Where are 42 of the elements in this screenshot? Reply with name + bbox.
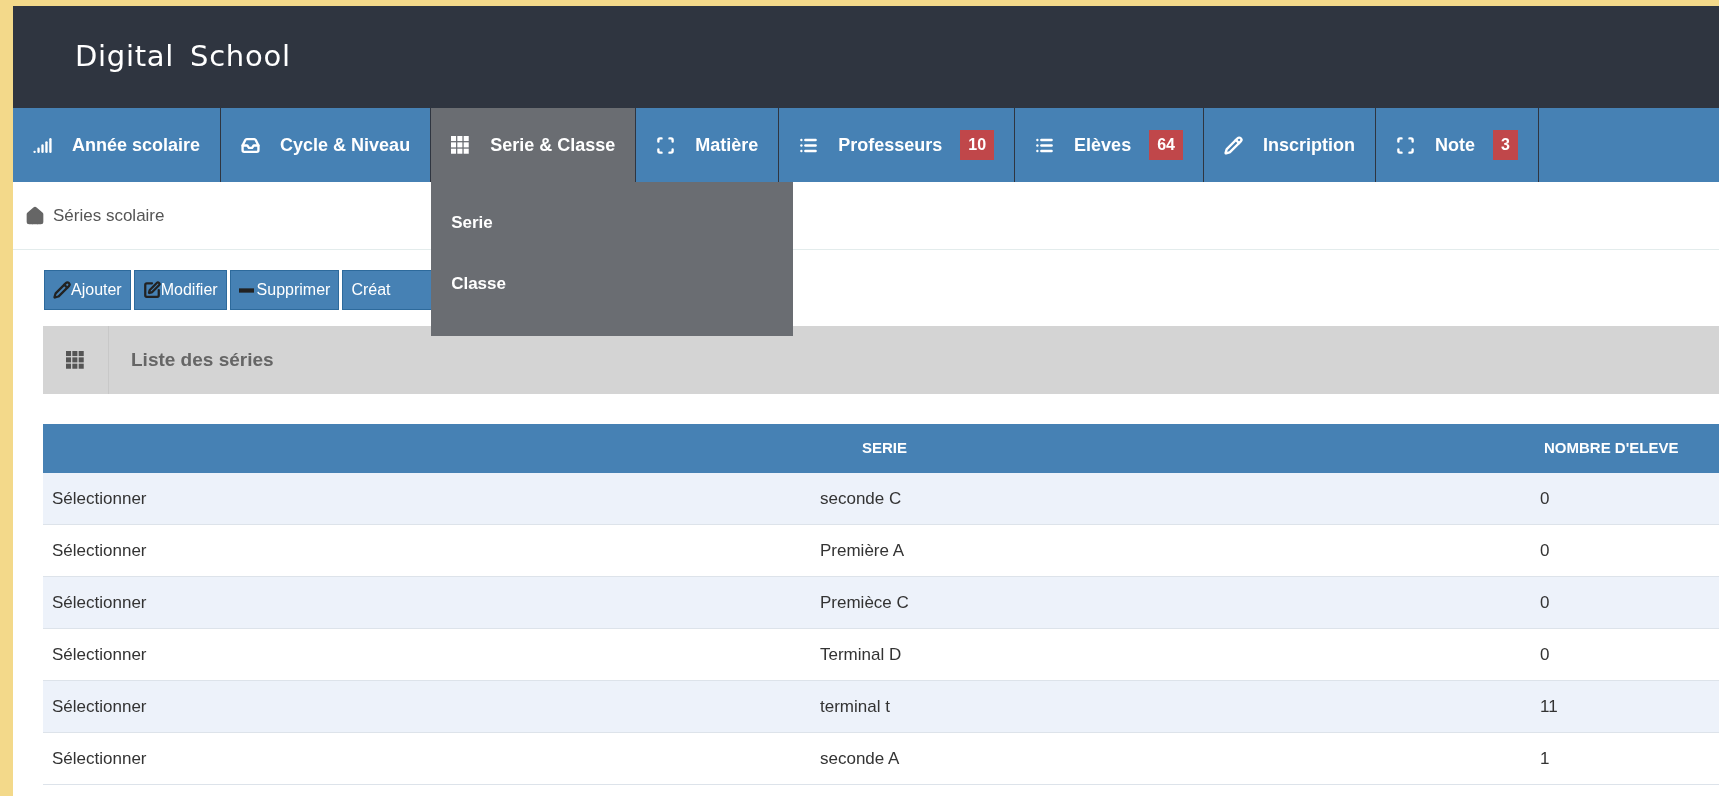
table-cell-text: 11 [1539, 695, 1558, 718]
table-cell-text: 0 [1539, 539, 1550, 562]
count-badge: 3 [1492, 130, 1518, 160]
toolbar-button[interactable]: Ajouter [44, 270, 131, 310]
select-link[interactable]: Sélectionner [43, 485, 147, 512]
grid-icon [66, 350, 85, 370]
pencil-icon [1223, 135, 1243, 155]
scan-icon [1395, 135, 1415, 155]
select-link[interactable]: Sélectionner [43, 745, 147, 772]
menu-item[interactable]: Serie [431, 192, 794, 253]
column-header: SERIE [861, 438, 908, 459]
table-cell-text: 0 [1539, 487, 1550, 510]
scan-icon [656, 135, 676, 155]
column-header: NOMBRE D'ELEVE [1543, 438, 1680, 459]
table-cell-text: 0 [1539, 643, 1550, 666]
table-cell-text: 1 [1539, 747, 1550, 770]
table-cell-text: 0 [1539, 591, 1550, 614]
edit-icon [142, 281, 161, 299]
signal-bars-icon [33, 135, 52, 155]
grid-icon [451, 135, 471, 155]
table-cell-text: Premièce C [819, 591, 909, 614]
toolbar-button[interactable]: Modifier [133, 270, 227, 310]
count-badge: 64 [1149, 130, 1183, 160]
table-cell-text: seconde C [819, 487, 902, 510]
select-link[interactable]: Sélectionner [43, 537, 147, 564]
nav-tab[interactable]: Serie & Classe [431, 108, 637, 182]
home-icon [25, 205, 45, 226]
select-link[interactable]: Sélectionner [43, 641, 147, 668]
table-cell-text: Terminal D [819, 643, 902, 666]
breadcrumb: Séries scolaire [53, 204, 165, 227]
select-link[interactable]: Sélectionner [43, 693, 147, 720]
panel-title: Liste des séries [131, 347, 274, 372]
table-cell-text: seconde A [819, 747, 900, 770]
minus-icon [238, 287, 254, 293]
toolbar-button[interactable]: Supprimer [229, 270, 340, 310]
inbox-icon [241, 135, 261, 155]
count-badge: 10 [960, 130, 995, 160]
table-cell-text: terminal t [819, 695, 890, 718]
table-cell-text: Première A [819, 539, 905, 562]
app-title: Digital School [75, 38, 291, 76]
select-link[interactable]: Sélectionner [43, 589, 147, 616]
pencil-icon [53, 281, 71, 299]
